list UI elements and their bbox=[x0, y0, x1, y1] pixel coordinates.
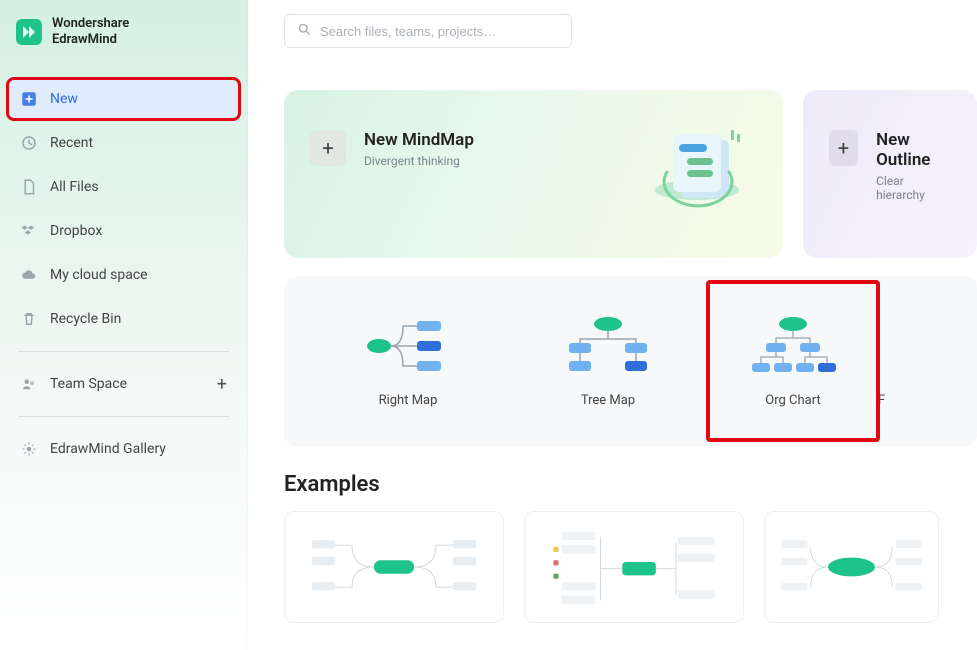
sidebar-item-recent[interactable]: Recent bbox=[8, 123, 239, 163]
search-icon bbox=[297, 22, 312, 41]
gallery-icon bbox=[20, 440, 38, 458]
sidebar-label-recycle: Recycle Bin bbox=[50, 311, 121, 327]
org-chart-thumb bbox=[748, 315, 838, 377]
sidebar-item-dropbox[interactable]: Dropbox bbox=[8, 211, 239, 251]
new-mindmap-card[interactable]: + New MindMap Divergent thinking bbox=[284, 90, 783, 258]
sidebar-item-new[interactable]: New bbox=[8, 79, 239, 119]
sidebar-item-recycle[interactable]: Recycle Bin bbox=[8, 299, 239, 339]
new-icon bbox=[20, 90, 38, 108]
sidebar-divider-2 bbox=[18, 416, 229, 417]
main-area: + New MindMap Divergent thinking bbox=[248, 0, 977, 650]
brand-text: Wondershare EdrawMind bbox=[52, 16, 129, 47]
example-card-2[interactable] bbox=[524, 511, 744, 623]
new-outline-card[interactable]: + New Outline Clear hierarchy bbox=[803, 90, 977, 258]
sidebar-label-dropbox: Dropbox bbox=[50, 223, 102, 239]
brand-line-2: EdrawMind bbox=[52, 32, 129, 48]
example-card-1[interactable] bbox=[284, 511, 504, 623]
app-logo-icon bbox=[16, 19, 42, 45]
template-right-map-label: Right Map bbox=[379, 393, 438, 408]
sidebar-item-all-files[interactable]: All Files bbox=[8, 167, 239, 207]
mindmap-illustration bbox=[637, 112, 757, 232]
example-card-3[interactable] bbox=[764, 511, 939, 623]
trash-icon bbox=[20, 310, 38, 328]
search-bar[interactable] bbox=[284, 14, 572, 48]
hero-mindmap-title: New MindMap bbox=[364, 130, 474, 150]
sidebar-item-cloud[interactable]: My cloud space bbox=[8, 255, 239, 295]
search-input[interactable] bbox=[320, 24, 559, 39]
template-tree-map-label: Tree Map bbox=[581, 393, 635, 408]
hero-outline-title: New Outline bbox=[876, 130, 951, 170]
template-tree-map[interactable]: Tree Map bbox=[508, 315, 708, 408]
sidebar-item-team-space[interactable]: Team Space + bbox=[8, 364, 239, 404]
add-team-space-button[interactable]: + bbox=[217, 374, 227, 395]
examples-heading: Examples bbox=[284, 472, 977, 497]
template-org-chart-label: Org Chart bbox=[765, 393, 820, 408]
plus-icon: + bbox=[310, 130, 346, 166]
sidebar: Wondershare EdrawMind New Recent All Fil… bbox=[0, 0, 248, 650]
next-template-thumb bbox=[878, 315, 918, 377]
sidebar-item-gallery[interactable]: EdrawMind Gallery bbox=[8, 429, 239, 469]
hero-outline-subtitle: Clear hierarchy bbox=[876, 174, 951, 202]
sidebar-divider-1 bbox=[18, 351, 229, 352]
template-right-map[interactable]: Right Map bbox=[308, 315, 508, 408]
template-next-label: F bbox=[878, 393, 885, 408]
sidebar-label-recent: Recent bbox=[50, 135, 93, 151]
sidebar-label-gallery: EdrawMind Gallery bbox=[50, 441, 166, 457]
template-next-partial[interactable]: F bbox=[878, 315, 938, 408]
brand: Wondershare EdrawMind bbox=[8, 16, 239, 77]
example-thumb-1 bbox=[293, 520, 495, 614]
plus-icon: + bbox=[829, 130, 858, 166]
example-thumb-3 bbox=[773, 520, 930, 614]
examples-row bbox=[284, 511, 977, 623]
sidebar-label-team-space: Team Space bbox=[50, 376, 127, 392]
dropbox-icon bbox=[20, 222, 38, 240]
right-map-thumb bbox=[363, 315, 453, 377]
file-icon bbox=[20, 178, 38, 196]
example-thumb-2 bbox=[533, 520, 735, 614]
hero-cards-row: + New MindMap Divergent thinking bbox=[284, 90, 977, 258]
template-strip: Right Map Tree Map bbox=[284, 276, 977, 446]
sidebar-label-cloud: My cloud space bbox=[50, 267, 148, 283]
sidebar-label-new: New bbox=[50, 91, 78, 107]
clock-icon bbox=[20, 134, 38, 152]
tree-map-thumb bbox=[563, 315, 653, 377]
brand-line-1: Wondershare bbox=[52, 16, 129, 32]
sidebar-label-all-files: All Files bbox=[50, 179, 99, 195]
team-icon bbox=[20, 375, 38, 393]
cloud-icon bbox=[20, 266, 38, 284]
template-org-chart[interactable]: Org Chart bbox=[708, 282, 878, 440]
hero-mindmap-subtitle: Divergent thinking bbox=[364, 154, 474, 168]
